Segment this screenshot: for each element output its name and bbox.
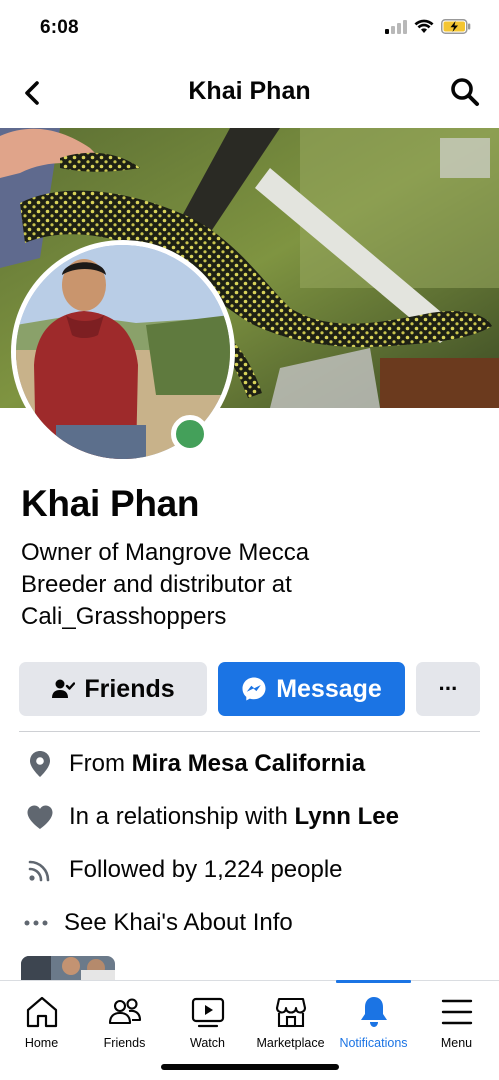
online-status-indicator (171, 415, 209, 453)
status-icons (385, 19, 471, 34)
bell-icon (360, 997, 387, 1027)
friends-button-label: Friends (84, 674, 175, 703)
page-title: Khai Phan (188, 77, 311, 105)
profile-header: Khai Phan (0, 58, 499, 128)
status-bar: 6:08 (0, 0, 499, 58)
search-button[interactable] (449, 76, 481, 108)
friends-check-icon (51, 677, 76, 701)
home-indicator (161, 1064, 339, 1070)
nav-label: Notifications (339, 1036, 408, 1050)
section-divider (19, 731, 480, 732)
bio-line: Cali_Grasshoppers (21, 603, 227, 630)
friends-button[interactable]: Friends (19, 662, 207, 716)
message-button-label: Message (276, 674, 382, 703)
wifi-icon (414, 19, 434, 33)
nav-marketplace[interactable]: Marketplace (249, 981, 332, 1061)
profile-actions: Friends Message ··· (19, 662, 480, 716)
watch-icon (191, 997, 224, 1028)
partner-link[interactable]: Lynn Lee (294, 803, 398, 830)
signal-icon (385, 19, 407, 34)
menu-icon (441, 999, 472, 1025)
hometown-link[interactable]: Mira Mesa California (132, 750, 365, 777)
profile-name: Khai Phan (21, 483, 200, 524)
rss-icon (24, 854, 56, 886)
marketplace-icon (275, 997, 306, 1028)
bio-line: Breeder and distributor at (21, 571, 292, 598)
detail-relationship-text: In a relationship with Lynn Lee (69, 803, 399, 830)
see-about-info-link[interactable]: See Khai's About Info (0, 897, 499, 949)
location-pin-icon (24, 748, 56, 780)
nav-label: Watch (190, 1036, 225, 1050)
nav-label: Friends (103, 1036, 146, 1050)
more-dots-icon: ··· (438, 676, 459, 701)
detail-from-text: From Mira Mesa California (69, 750, 366, 777)
friends-icon (108, 998, 141, 1025)
nav-friends[interactable]: Friends (83, 981, 166, 1061)
photo-thumbnail[interactable] (21, 956, 115, 980)
profile-bio: Owner of Mangrove Mecca Breeder and dist… (21, 537, 309, 633)
see-about-info-text: See Khai's About Info (64, 909, 293, 936)
message-button[interactable]: Message (218, 662, 405, 716)
more-options-button[interactable]: ··· (416, 662, 480, 716)
status-time: 6:08 (40, 17, 79, 38)
heart-icon (24, 801, 56, 833)
nav-home[interactable]: Home (0, 981, 83, 1061)
nav-label: Home (24, 1036, 59, 1050)
battery-charging-icon (441, 19, 471, 34)
detail-followers[interactable]: Followed by 1,224 people (0, 844, 499, 896)
detail-from: From Mira Mesa California (0, 738, 499, 790)
detail-relationship: In a relationship with Lynn Lee (0, 791, 499, 843)
nav-watch[interactable]: Watch (166, 981, 249, 1061)
nav-menu[interactable]: Menu (415, 981, 498, 1061)
search-icon (451, 78, 479, 106)
nav-label: Marketplace (256, 1036, 325, 1050)
nav-label: Menu (440, 1036, 473, 1050)
detail-followers-text: Followed by 1,224 people (69, 856, 343, 883)
nav-notifications[interactable]: Notifications (332, 980, 415, 1061)
bio-line: Owner of Mangrove Mecca (21, 539, 310, 566)
messenger-icon (241, 676, 267, 702)
home-icon (26, 996, 57, 1028)
more-dots-icon (20, 907, 52, 939)
